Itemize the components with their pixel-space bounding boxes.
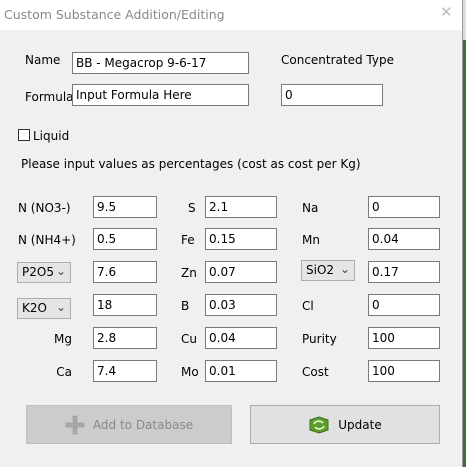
ca-label: Ca bbox=[56, 365, 72, 379]
plus-icon bbox=[65, 415, 85, 434]
close-icon[interactable]: ✕ bbox=[440, 3, 453, 21]
name-label: Name bbox=[25, 53, 61, 67]
fe-field[interactable]: 0.15 bbox=[205, 228, 277, 250]
chevron-down-icon: ⌄ bbox=[55, 264, 66, 278]
sio2-select-value: SiO2 bbox=[306, 263, 335, 277]
cu-field[interactable]: 0.04 bbox=[205, 327, 277, 349]
zn-label: Zn bbox=[181, 266, 197, 280]
concentrated-type-label: Concentrated Type bbox=[281, 53, 394, 67]
mg-label: Mg bbox=[54, 332, 72, 346]
mn-label: Mn bbox=[302, 233, 320, 247]
n-nh4-label: N (NH4+) bbox=[18, 233, 76, 247]
add-to-database-label: Add to Database bbox=[92, 417, 194, 432]
concentrated-type-field[interactable]: 0 bbox=[281, 84, 383, 106]
p2o5-select-value: P2O5 bbox=[22, 265, 54, 279]
purity-field[interactable]: 100 bbox=[368, 327, 440, 349]
k2o-select[interactable]: K2O ⌄ bbox=[17, 298, 71, 319]
cost-field[interactable]: 100 bbox=[368, 360, 440, 382]
n-no3-field[interactable]: 9.5 bbox=[93, 196, 157, 218]
name-field[interactable]: BB - Megacrop 9-6-17 bbox=[72, 52, 249, 74]
cl-field[interactable]: 0 bbox=[368, 294, 440, 316]
liquid-checkbox[interactable] bbox=[18, 129, 30, 141]
fe-label: Fe bbox=[181, 233, 195, 247]
refresh-icon bbox=[309, 415, 329, 434]
purity-label: Purity bbox=[302, 332, 337, 346]
dialog-window: Custom Substance Addition/Editing ✕ Name… bbox=[0, 0, 463, 467]
title-bar: Custom Substance Addition/Editing ✕ bbox=[0, 0, 462, 30]
p2o5-select[interactable]: P2O5 ⌄ bbox=[17, 262, 71, 283]
cost-label: Cost bbox=[302, 365, 329, 379]
update-label: Update bbox=[338, 417, 382, 432]
k2o-select-value: K2O bbox=[22, 301, 47, 315]
sio2-select[interactable]: SiO2 ⌄ bbox=[301, 260, 355, 281]
update-button[interactable]: Update bbox=[250, 405, 440, 444]
formula-field[interactable]: Input Formula Here bbox=[72, 84, 249, 106]
add-to-database-button[interactable]: Add to Database bbox=[26, 405, 232, 444]
cl-label: Cl bbox=[302, 299, 314, 313]
instructions-text: Please input values as percentages (cost… bbox=[21, 157, 361, 171]
n-no3-label: N (NO3-) bbox=[18, 201, 71, 215]
mn-field[interactable]: 0.04 bbox=[368, 228, 440, 250]
cu-label: Cu bbox=[181, 332, 197, 346]
k2o-field[interactable]: 18 bbox=[93, 294, 157, 316]
na-field[interactable]: 0 bbox=[368, 196, 440, 218]
n-nh4-field[interactable]: 0.5 bbox=[93, 228, 157, 250]
b-label: B bbox=[181, 299, 190, 313]
mo-label: Mo bbox=[181, 365, 199, 379]
na-label: Na bbox=[302, 201, 319, 215]
mo-field[interactable]: 0.01 bbox=[205, 360, 277, 382]
window-title: Custom Substance Addition/Editing bbox=[4, 7, 225, 22]
chevron-down-icon: ⌄ bbox=[55, 300, 66, 314]
s-field[interactable]: 2.1 bbox=[205, 196, 277, 218]
zn-field[interactable]: 0.07 bbox=[205, 261, 277, 283]
mg-field[interactable]: 2.8 bbox=[93, 327, 157, 349]
liquid-label: Liquid bbox=[33, 129, 70, 143]
s-label: S bbox=[188, 201, 196, 215]
formula-label: Formula bbox=[25, 90, 74, 104]
b-field[interactable]: 0.03 bbox=[205, 294, 277, 316]
p2o5-field[interactable]: 7.6 bbox=[93, 261, 157, 283]
chevron-down-icon: ⌄ bbox=[339, 262, 350, 276]
sio2-field[interactable]: 0.17 bbox=[368, 261, 440, 283]
ca-field[interactable]: 7.4 bbox=[93, 360, 157, 382]
